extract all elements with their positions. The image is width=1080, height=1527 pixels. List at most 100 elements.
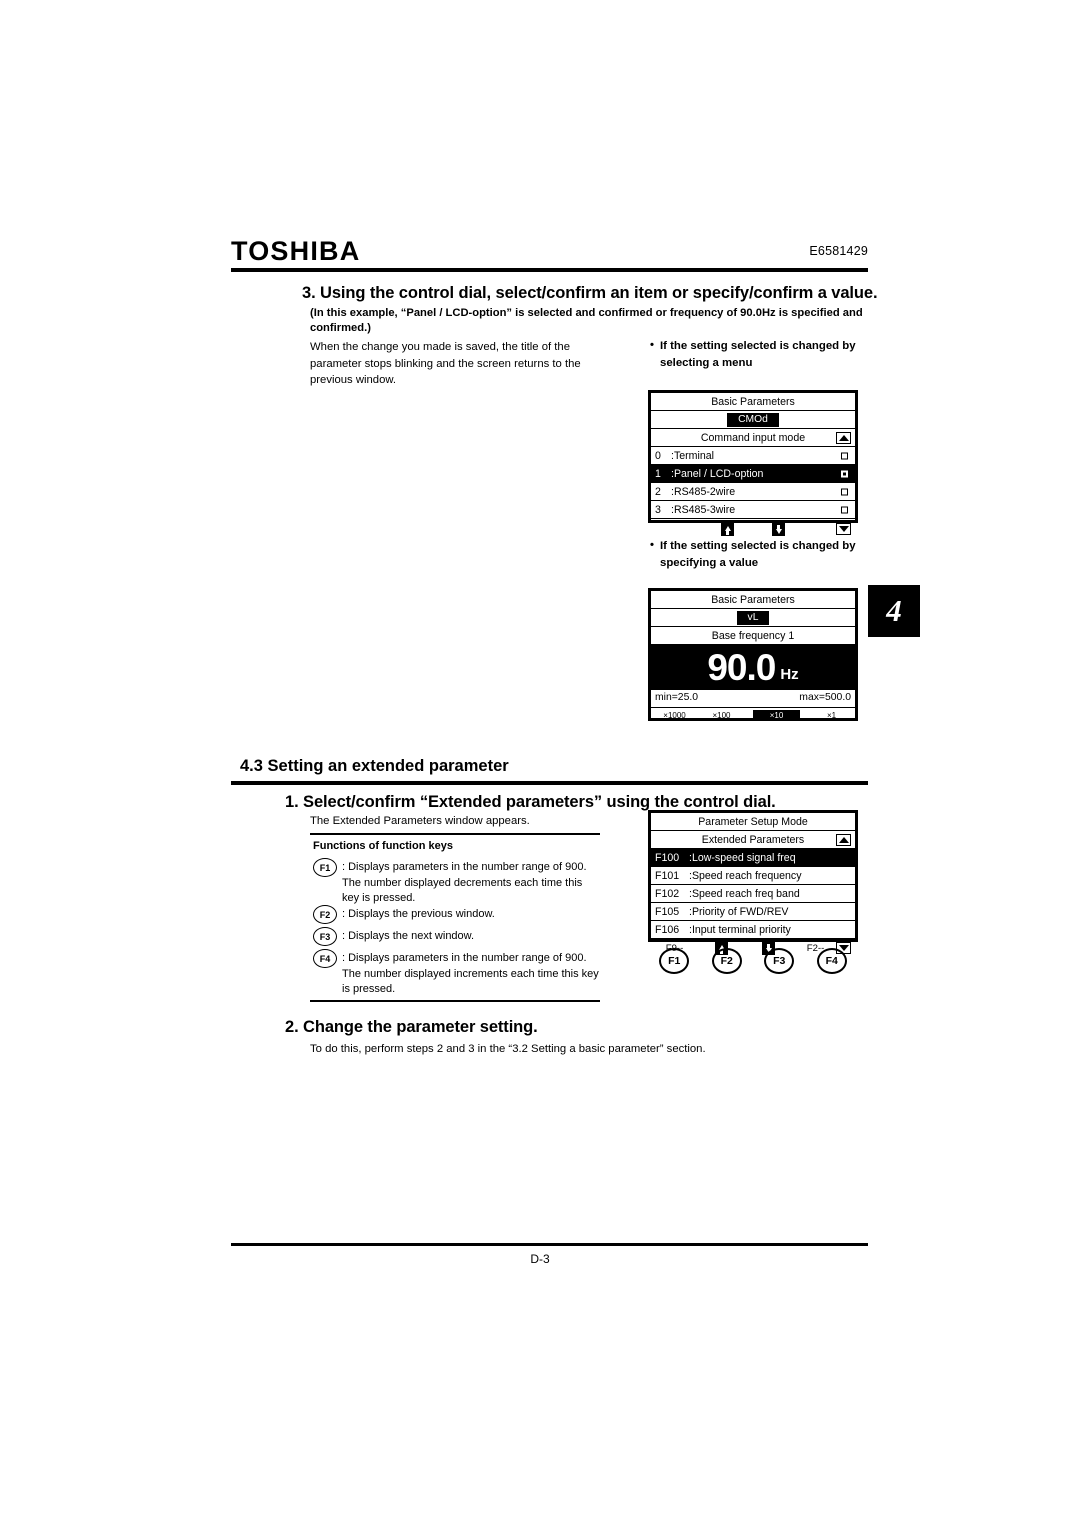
lcd-panel-extended[interactable]: Parameter Setup Mode Extended Parameters… [648, 810, 858, 955]
function-key-row[interactable]: F1 F2 F3 F4 [648, 948, 858, 974]
step1-body: The Extended Parameters window appears. [310, 815, 530, 827]
legend-bottom-divider [310, 1000, 600, 1002]
parameter-label: :Low-speed signal freq [689, 851, 796, 864]
multiplier-x10-active[interactable]: ×10 [753, 710, 800, 721]
bullet-dot-icon: • [650, 539, 654, 551]
panel-value-subtitle: Base frequency 1 [651, 627, 855, 645]
legend-top-divider [310, 833, 600, 835]
legend-text-f4: : Displays parameters in the number rang… [342, 952, 599, 995]
parameter-row[interactable]: F105 :Priority of FWD/REV [651, 903, 855, 921]
multiplier-x1[interactable]: ×1 [808, 711, 855, 720]
parameter-label: :Speed reach freq band [689, 887, 800, 900]
legend-text-f3: : Displays the next window. [342, 930, 475, 942]
panel-value-tag-row: vL [651, 609, 855, 627]
option-label: :RS485-3wire [671, 503, 736, 516]
parameter-code: F105 [655, 905, 680, 918]
parameter-code: F106 [655, 923, 680, 936]
scroll-down-icon[interactable] [836, 523, 851, 535]
legend-badge-f4[interactable]: F4 [313, 949, 337, 968]
value-unit: Hz [780, 665, 799, 683]
legend-badge-f1[interactable]: F1 [313, 858, 337, 877]
panel-value-title: Basic Parameters [651, 591, 855, 609]
value-max: max=500.0 [799, 692, 851, 703]
chapter-tab: 4 [868, 585, 920, 637]
section-title: 4.3 Setting an extended parameter [240, 757, 509, 775]
toshiba-logo: TOSHIBA [231, 236, 361, 266]
step3-note-line1: (In this example, “Panel / LCD-option” i… [310, 307, 863, 319]
step3-heading: 3. Using the control dial, select/confir… [302, 284, 878, 302]
panel-menu-tag-row: CMOd [651, 411, 855, 429]
multiplier-x1000[interactable]: ×1000 [651, 711, 698, 720]
parameter-row[interactable]: F106 :Input terminal priority [651, 921, 855, 939]
manual-page: TOSHIBA E6581429 3. Using the control di… [0, 0, 1080, 1527]
option-number: 1 [655, 467, 661, 480]
checkbox-checked-icon[interactable] [841, 470, 848, 477]
parameter-code: F101 [655, 869, 680, 882]
step2-body: To do this, perform steps 2 and 3 in the… [310, 1043, 706, 1055]
panel-extended-subtitle: Extended Parameters [701, 833, 805, 846]
checkbox-icon[interactable] [841, 506, 848, 513]
legend-text-f2: : Displays the previous window. [342, 908, 495, 920]
step3-note-line2: confirmed.) [310, 322, 371, 334]
panel-menu-title: Basic Parameters [651, 393, 855, 411]
panel-extended-subtitle-row: Extended Parameters [651, 831, 855, 849]
function-key-f4[interactable]: F4 [816, 948, 847, 974]
panel-menu-subtitle: Command input mode [700, 431, 806, 444]
up-arrow-button[interactable] [702, 522, 753, 536]
panel-menu-footer [651, 519, 855, 539]
step3-body: When the change you made is saved, the t… [310, 341, 581, 386]
legend-badge-f3[interactable]: F3 [313, 927, 337, 946]
panel-menu-option-row-selected[interactable]: 1 :Panel / LCD-option [651, 465, 855, 483]
bullet-value-label: If the setting selected is changed by sp… [660, 540, 856, 569]
value-number: 90.0 [707, 646, 776, 688]
value-min: min=25.0 [655, 692, 699, 703]
legend-badge-f2[interactable]: F2 [313, 905, 337, 924]
option-number: 2 [655, 485, 661, 498]
panel-value-tag: vL [736, 610, 770, 625]
parameter-row-selected[interactable]: F100 :Low-speed signal freq [651, 849, 855, 867]
option-number: 3 [655, 503, 661, 516]
parameter-row[interactable]: F101 :Speed reach frequency [651, 867, 855, 885]
legend-title: Functions of function keys [313, 840, 453, 852]
footer-divider [231, 1243, 868, 1246]
checkbox-icon[interactable] [841, 452, 848, 459]
document-code: E6581429 [809, 244, 868, 258]
panel-menu-option-row[interactable]: 0 :Terminal [651, 447, 855, 465]
multiplier-bar[interactable]: ×1000 ×100 ×10 ×1 [651, 708, 855, 723]
function-key-f1[interactable]: F1 [659, 948, 690, 974]
value-range: min=25.0 max=500.0 [651, 690, 855, 708]
bullet-menu: • If the setting selected is changed by … [650, 338, 860, 371]
scroll-up-icon[interactable] [836, 431, 851, 444]
parameter-label: :Priority of FWD/REV [689, 905, 789, 918]
down-arrow-button[interactable] [753, 522, 804, 536]
panel-menu-tag: CMOd [727, 412, 779, 427]
lcd-panel-value[interactable]: Basic Parameters vL Base frequency 1 90.… [648, 588, 858, 721]
multiplier-x100[interactable]: ×100 [698, 711, 745, 720]
function-key-f2[interactable]: F2 [711, 948, 742, 974]
option-label: :Panel / LCD-option [671, 467, 764, 480]
value-display: 90.0 Hz [651, 645, 855, 690]
option-label: :RS485-2wire [671, 485, 736, 498]
page-number: D-3 [530, 1252, 550, 1266]
panel-menu-subtitle-row: Command input mode [651, 429, 855, 447]
parameter-label: :Input terminal priority [689, 923, 791, 936]
function-key-f3[interactable]: F3 [764, 948, 795, 974]
bullet-dot-icon: • [650, 339, 654, 351]
checkbox-icon[interactable] [841, 488, 848, 495]
header-divider [231, 268, 868, 272]
legend-text-f1: : Displays parameters in the number rang… [342, 861, 587, 904]
bullet-value: • If the setting selected is changed by … [650, 538, 860, 571]
panel-menu-option-row[interactable]: 2 :RS485-2wire [651, 483, 855, 501]
panel-extended-title: Parameter Setup Mode [651, 813, 855, 831]
lcd-panel-menu[interactable]: Basic Parameters CMOd Command input mode… [648, 390, 858, 536]
option-number: 0 [655, 449, 661, 462]
parameter-code: F102 [655, 887, 680, 900]
option-label: :Terminal [671, 449, 714, 462]
scroll-up-icon[interactable] [836, 833, 851, 846]
parameter-code: F100 [655, 851, 680, 864]
parameter-row[interactable]: F102 :Speed reach freq band [651, 885, 855, 903]
section-divider [231, 781, 868, 785]
bullet-menu-label: If the setting selected is changed by se… [660, 340, 856, 369]
page-header: TOSHIBA E6581429 [231, 236, 868, 270]
panel-menu-option-row[interactable]: 3 :RS485-3wire [651, 501, 855, 519]
